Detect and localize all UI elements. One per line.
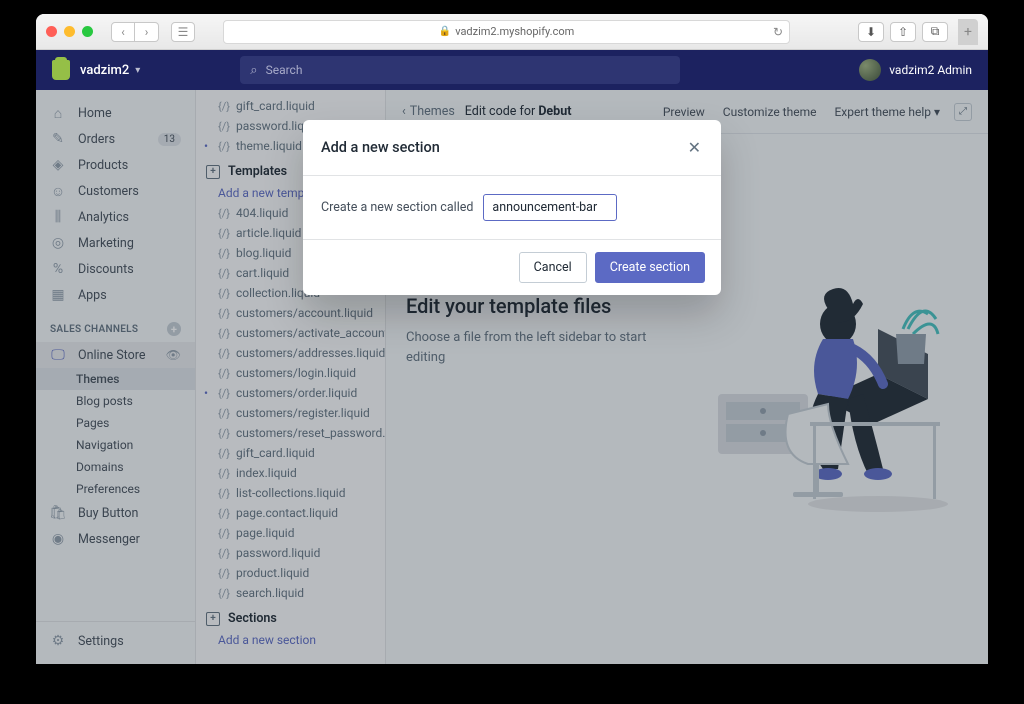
refresh-icon[interactable]: ↻ — [773, 25, 783, 39]
create-section-button[interactable]: Create section — [595, 252, 705, 283]
search-placeholder: Search — [266, 63, 303, 77]
download-button[interactable]: ⬇ — [858, 22, 884, 42]
search-icon: ⌕ — [250, 63, 257, 78]
user-name[interactable]: vadzim2 Admin — [889, 63, 972, 77]
store-name[interactable]: vadzim2 — [80, 63, 129, 78]
url-bar[interactable]: 🔒 vadzim2.myshopify.com ↻ — [223, 20, 790, 44]
new-tab-button[interactable]: + — [958, 19, 978, 45]
modal-title: Add a new section — [321, 139, 440, 156]
close-window-button[interactable] — [46, 26, 57, 37]
add-section-modal: Add a new section ✕ Create a new section… — [303, 120, 721, 295]
section-name-input[interactable] — [483, 194, 617, 221]
browser-chrome: ‹ › ☰ 🔒 vadzim2.myshopify.com ↻ ⬇ ⇧ ⧉ + — [36, 14, 988, 50]
cancel-button[interactable]: Cancel — [519, 252, 587, 283]
tabs-button[interactable]: ⧉ — [922, 22, 948, 42]
lock-icon: 🔒 — [439, 26, 451, 37]
search-input[interactable]: ⌕ Search — [240, 56, 680, 84]
forward-button[interactable]: › — [135, 22, 159, 42]
app-header: vadzim2 ▾ ⌕ Search vadzim2 Admin — [36, 50, 988, 90]
sidebar-toggle-button[interactable]: ☰ — [171, 22, 195, 42]
avatar[interactable] — [859, 59, 881, 81]
chevron-down-icon[interactable]: ▾ — [135, 65, 140, 76]
maximize-window-button[interactable] — [82, 26, 93, 37]
shopify-logo-icon — [52, 60, 70, 80]
close-icon[interactable]: ✕ — [686, 136, 703, 159]
modal-label: Create a new section called — [321, 200, 473, 215]
back-button[interactable]: ‹ — [111, 22, 135, 42]
minimize-window-button[interactable] — [64, 26, 75, 37]
modal-backdrop[interactable]: Add a new section ✕ Create a new section… — [36, 90, 988, 664]
url-text: vadzim2.myshopify.com — [455, 25, 574, 38]
share-button[interactable]: ⇧ — [890, 22, 916, 42]
